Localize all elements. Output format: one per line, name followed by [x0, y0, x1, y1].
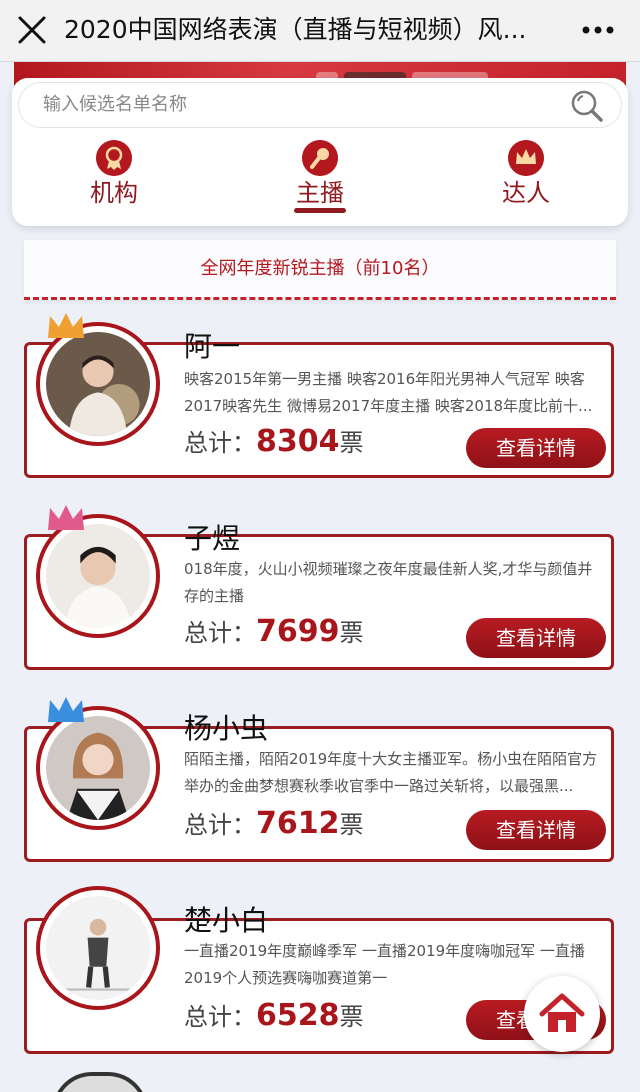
next-candidate-avatar	[52, 1072, 148, 1092]
vote-count: 7699	[256, 614, 340, 649]
tab-anchor[interactable]: 主播	[250, 140, 390, 218]
medal-icon	[96, 140, 132, 176]
tab-label: 机构	[90, 179, 138, 207]
avatar	[46, 716, 150, 820]
avatar	[46, 332, 150, 436]
vote-total: 总计：8304票	[184, 424, 364, 460]
ranking-heading: 全网年度新锐主播（前10名）	[24, 240, 616, 300]
home-button[interactable]	[524, 976, 600, 1052]
title-bar: 2020中国网络表演（直播与短视频）风...	[0, 0, 640, 62]
view-details-button[interactable]: 查看详情	[466, 618, 606, 658]
tab-label: 达人	[502, 179, 550, 207]
avatar	[46, 524, 150, 628]
rank-2-crown-icon	[48, 505, 84, 530]
avatar	[46, 896, 150, 1000]
vote-count: 6528	[256, 998, 340, 1033]
ranking-title: 全网年度新锐主播（前10名）	[200, 258, 440, 279]
candidate-name: 楚小白	[184, 904, 269, 937]
search-icon[interactable]	[569, 88, 605, 124]
candidate-description: 018年度，火山小视频璀璨之夜年度最佳新人奖,才华与颜值并存的主播	[184, 560, 593, 605]
vote-total: 总计：7612票	[184, 806, 364, 842]
page-title: 2020中国网络表演（直播与短视频）风...	[64, 15, 527, 44]
vote-count: 7612	[256, 806, 340, 841]
view-details-button[interactable]: 查看详情	[466, 428, 606, 468]
candidate-name: 子煜	[184, 522, 241, 555]
tab-talent[interactable]: 达人	[456, 140, 596, 218]
close-icon[interactable]	[14, 12, 50, 48]
total-label: 总计：	[184, 811, 256, 839]
view-details-button[interactable]: 查看详情	[466, 810, 606, 850]
search-bar[interactable]: 输入候选名单名称	[18, 82, 622, 128]
vote-unit: 票	[339, 1003, 364, 1031]
more-options-icon[interactable]	[578, 18, 618, 42]
vote-unit: 票	[339, 429, 364, 457]
active-tab-indicator	[294, 208, 346, 213]
tab-institution[interactable]: 机构	[44, 140, 184, 218]
candidate-description: 映客2015年第一男主播 映客2016年阳光男神人气冠军 映客2017映客先生 …	[184, 370, 593, 415]
home-icon	[539, 993, 585, 1032]
search-input[interactable]: 输入候选名单名称	[43, 83, 187, 127]
vote-count: 8304	[256, 424, 340, 459]
vote-unit: 票	[339, 811, 364, 839]
tab-label: 主播	[296, 179, 344, 207]
vote-total: 总计：6528票	[184, 998, 364, 1034]
rank-1-crown-icon	[48, 313, 84, 338]
vote-unit: 票	[339, 619, 364, 647]
candidate-description: 陌陌主播，陌陌2019年度十大女主播亚军。杨小虫在陌陌官方举办的金曲梦想赛秋季收…	[184, 750, 598, 795]
total-label: 总计：	[184, 619, 256, 647]
rank-3-crown-icon	[48, 697, 84, 722]
crown-icon	[508, 140, 544, 176]
total-label: 总计：	[184, 1003, 256, 1031]
total-label: 总计：	[184, 429, 256, 457]
avatar-frame	[36, 886, 160, 1010]
candidate-name: 阿一	[184, 330, 241, 363]
vote-total: 总计：7699票	[184, 614, 364, 650]
microphone-icon	[302, 140, 338, 176]
candidate-name: 杨小虫	[184, 712, 269, 745]
